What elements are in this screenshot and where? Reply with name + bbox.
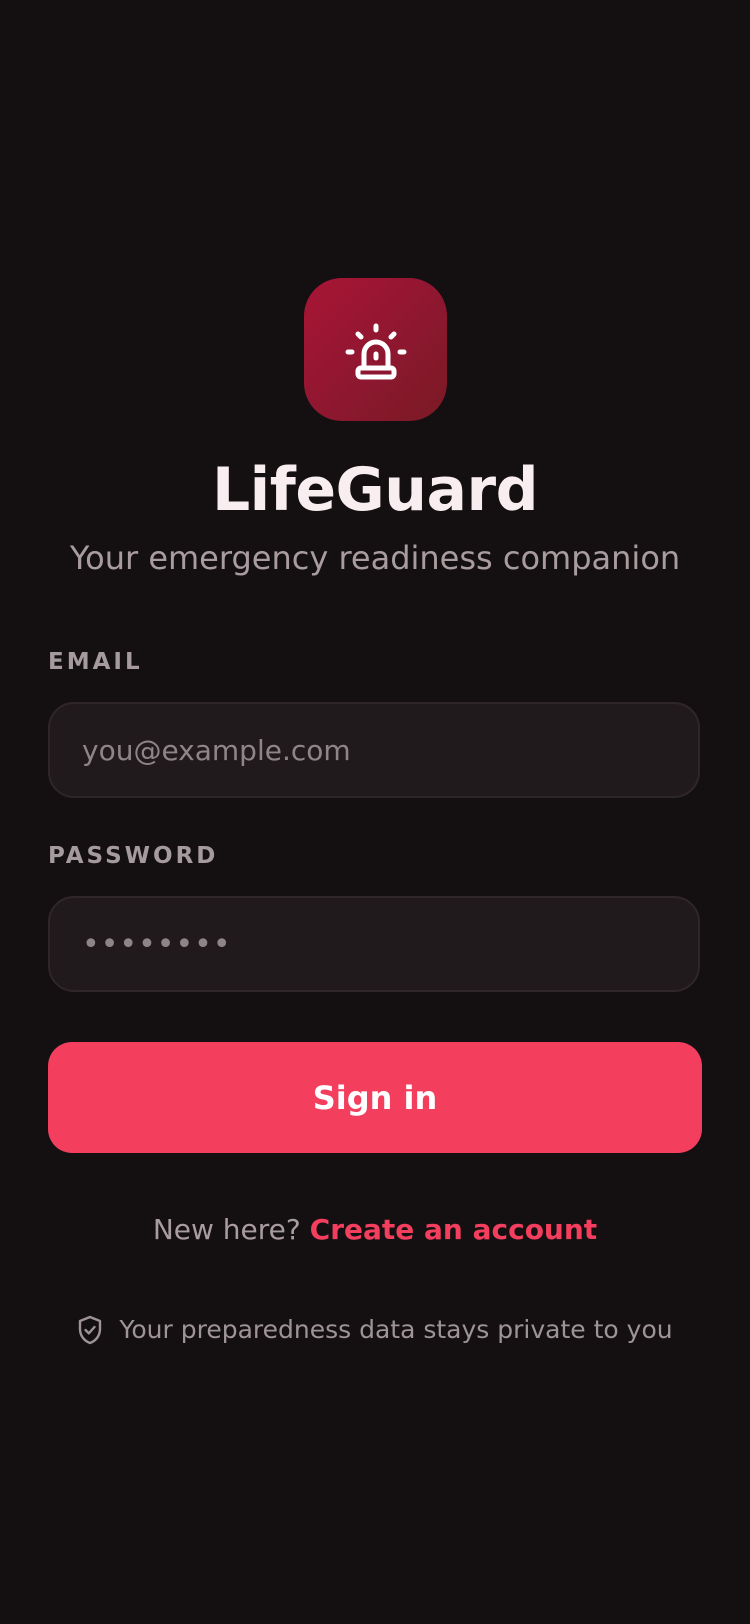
privacy-text: Your preparedness data stays private to … (119, 1315, 673, 1344)
password-label: PASSWORD (48, 843, 219, 869)
app-logo (304, 278, 447, 421)
app-title: LifeGuard (211, 455, 539, 525)
email-field[interactable] (48, 702, 700, 798)
email-label: EMAIL (48, 649, 143, 675)
signup-prompt: New here? Create an account (0, 1210, 750, 1250)
privacy-note: Your preparedness data stays private to … (0, 1312, 750, 1348)
app-tagline: Your emergency readiness companion (69, 539, 681, 577)
create-account-link[interactable]: Create an account (310, 1213, 598, 1246)
password-field[interactable] (48, 896, 700, 992)
shield-check-icon (77, 1315, 103, 1345)
signup-prompt-text: New here? (152, 1213, 301, 1246)
sign-in-button[interactable]: Sign in (48, 1042, 702, 1153)
login-screen: LifeGuard Your emergency readiness compa… (0, 0, 750, 1624)
siren-icon (344, 318, 408, 382)
